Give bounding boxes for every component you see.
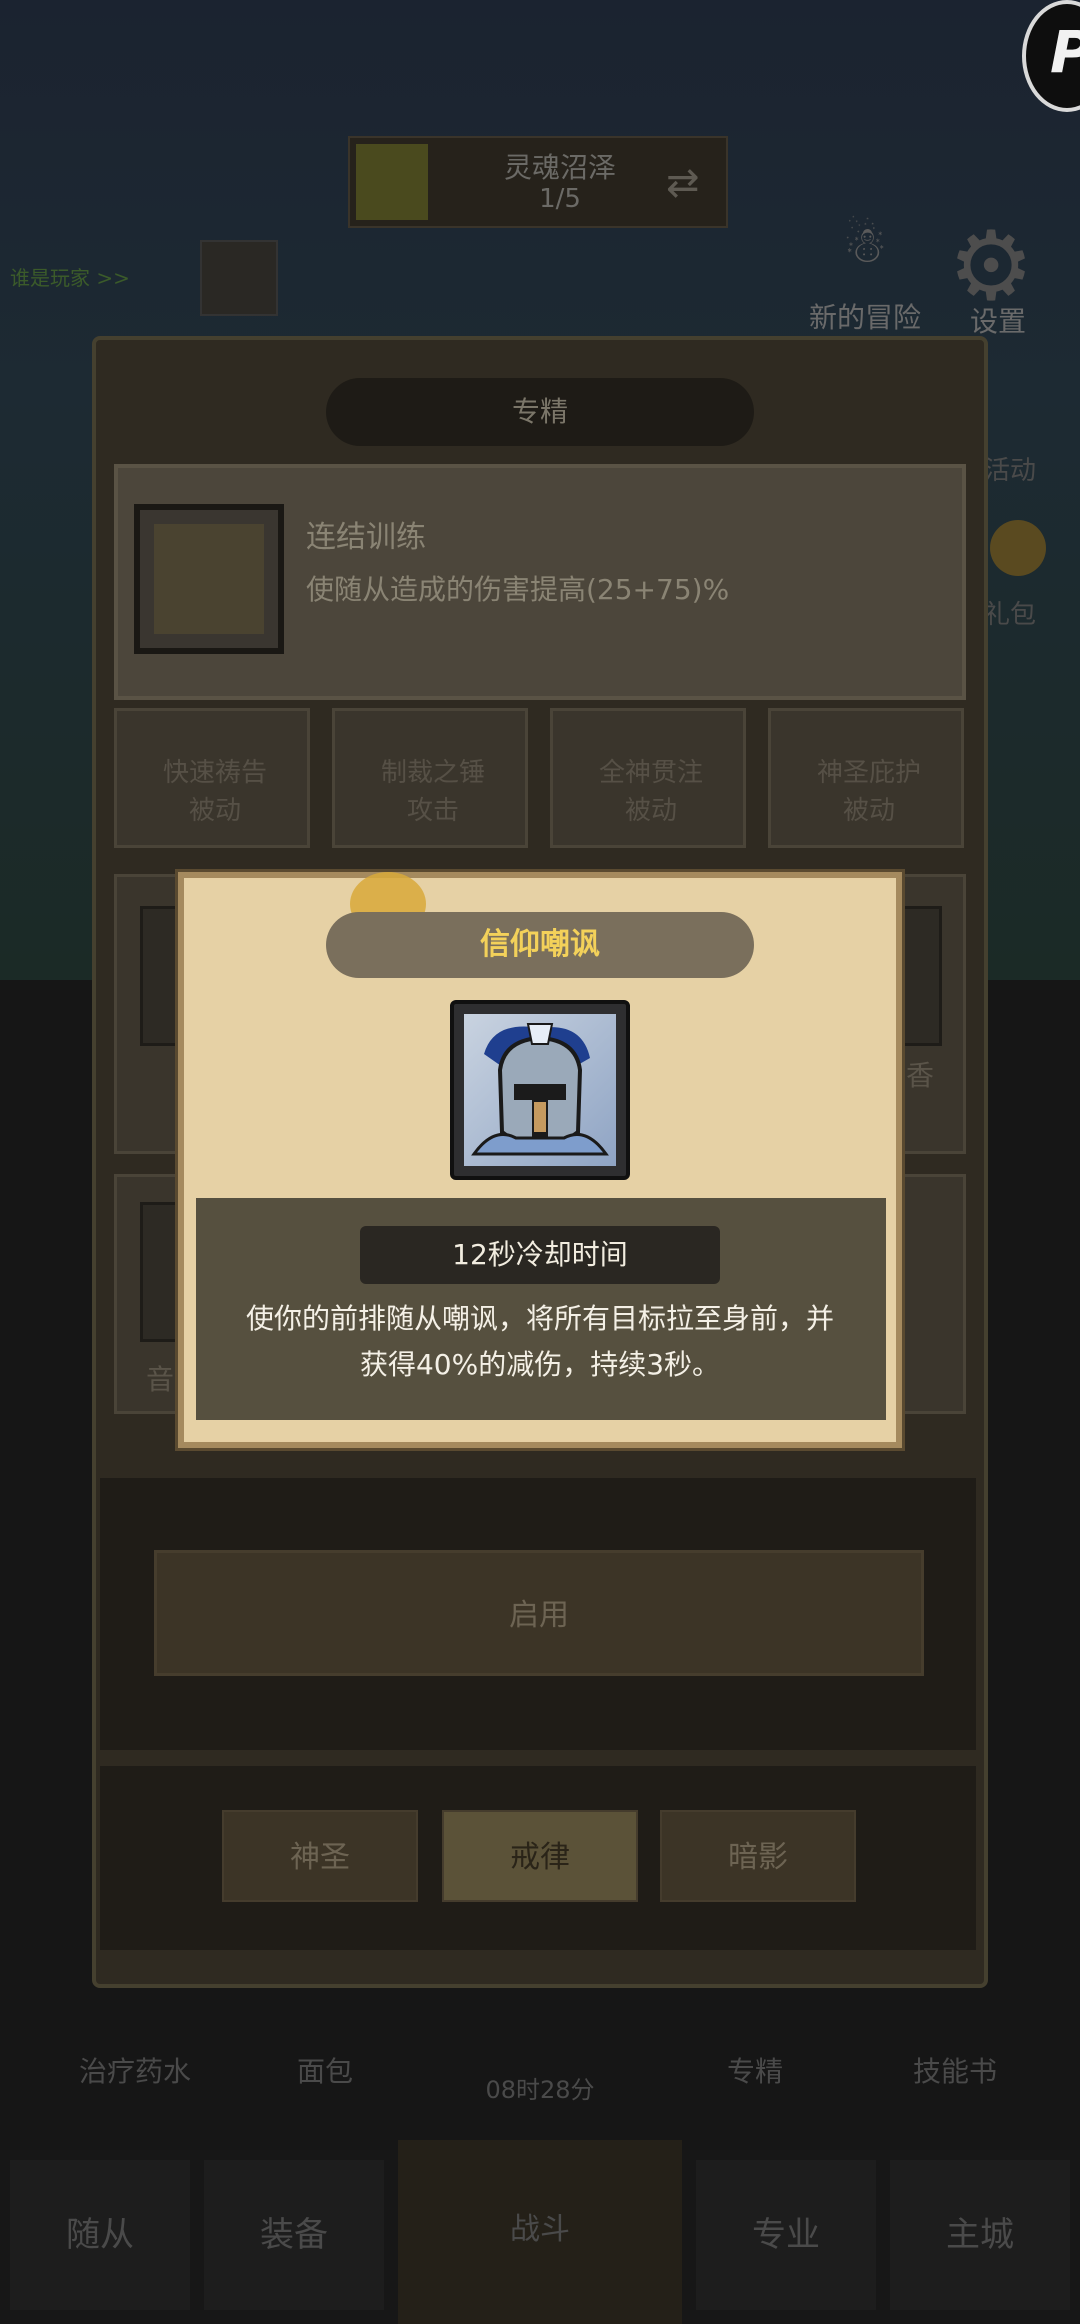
enable-button[interactable]: 启用: [154, 1550, 924, 1676]
stage-progress: 1/5: [539, 184, 581, 214]
talent-cell[interactable]: 制裁之锤 攻击: [332, 708, 528, 848]
talent-cell[interactable]: 神圣庇护 被动: [768, 708, 964, 848]
talent-type: 被动: [624, 796, 677, 826]
praying-hands-icon: [154, 524, 264, 634]
item-bread[interactable]: 面包: [250, 2050, 400, 2090]
tab-shadow[interactable]: 暗影: [660, 1810, 856, 1902]
adventure-icon[interactable]: ☃: [820, 216, 910, 286]
talent-icon[interactable]: [902, 906, 942, 1046]
skill-description-line: 获得40%的减伤，持续3秒。: [359, 1348, 721, 1381]
talent-name-fragment: 香: [906, 1059, 935, 1092]
settings-label: 设置: [970, 305, 1027, 338]
item-skillbook[interactable]: 技能书: [880, 2050, 1030, 2090]
cooldown-label: 12秒冷却时间: [360, 1226, 720, 1284]
talent-name: 全神贯注: [598, 758, 703, 788]
talent-name: 神圣庇护: [816, 758, 921, 788]
activity-label[interactable]: 活动: [984, 450, 1036, 487]
player-link[interactable]: 谁是玩家 >>: [10, 262, 130, 291]
stage-title: 灵魂沼泽: [503, 151, 616, 184]
stage-thumbnail: [356, 144, 428, 220]
talent-name: 快速祷告: [162, 758, 267, 788]
nav-equipment[interactable]: 装备: [204, 2160, 384, 2310]
talent-type: 被动: [188, 796, 241, 826]
talent-cell[interactable]: 快速祷告 被动: [114, 708, 310, 848]
small-icon-slot[interactable]: [200, 240, 278, 316]
panel-title: 专精: [326, 378, 754, 446]
selected-talent-name: 连结训练: [306, 520, 426, 555]
nav-main-city[interactable]: 主城: [890, 2160, 1070, 2310]
tab-discipline[interactable]: 戒律: [442, 1810, 638, 1902]
gift-label[interactable]: 礼包: [984, 594, 1036, 631]
skill-description: 使你的前排随从嘲讽，将所有目标拉至身前，并 获得40%的减伤，持续3秒。: [214, 1296, 866, 1388]
talent-name-fragment: 音: [146, 1363, 175, 1396]
talent-type: 攻击: [406, 796, 459, 826]
adventure-label: 新的冒险: [808, 301, 921, 334]
timer-text: 08时28分: [485, 2076, 595, 2104]
item-potion[interactable]: 治疗药水: [60, 2050, 210, 2090]
swap-icon[interactable]: ⇄: [666, 160, 700, 206]
nav-followers[interactable]: 随从: [10, 2160, 190, 2310]
selected-talent-description: 使随从造成的伤害提高(25+75)%: [306, 573, 730, 606]
nav-profession[interactable]: 专业: [696, 2160, 876, 2310]
gift-icon[interactable]: [990, 520, 1046, 576]
talent-cell[interactable]: 全神贯注 被动: [550, 708, 746, 848]
popup-title: 信仰嘲讽: [326, 912, 754, 978]
tab-holy[interactable]: 神圣: [222, 1810, 418, 1902]
skill-description-line: 使你的前排随从嘲讽，将所有目标拉至身前，并: [245, 1302, 834, 1335]
talent-name: 制裁之锤: [380, 758, 485, 788]
item-specialization[interactable]: 专精: [680, 2050, 830, 2090]
nav-battle-label: 战斗: [510, 2212, 570, 2247]
p-logo-icon: P: [1050, 18, 1080, 86]
talent-type: 被动: [842, 796, 895, 826]
knight-helmet-icon: [464, 1014, 616, 1166]
